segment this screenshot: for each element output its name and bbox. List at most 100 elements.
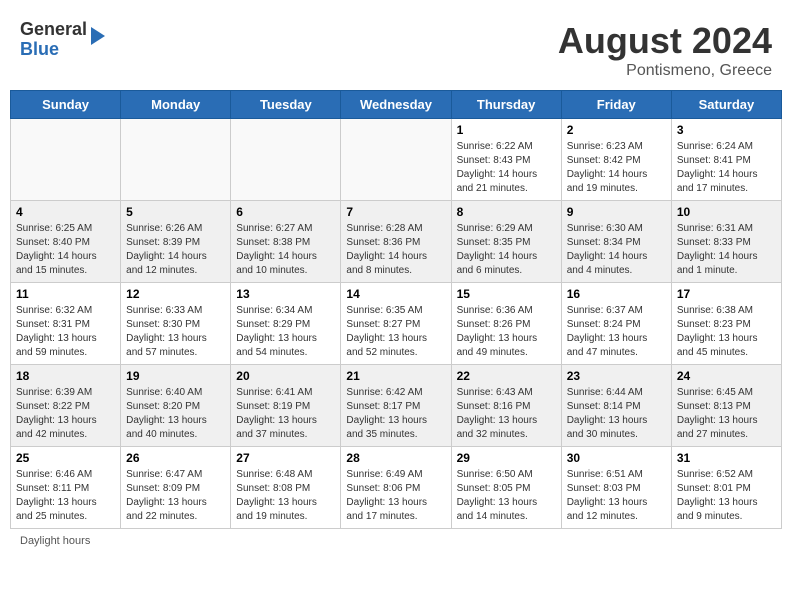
day-info: Sunrise: 6:44 AM Sunset: 8:14 PM Dayligh…: [567, 386, 666, 442]
calendar-day-cell: 27 Sunrise: 6:48 AM Sunset: 8:08 PM Dayli…: [231, 447, 341, 529]
calendar-table: SundayMondayTuesdayWednesdayThursdayFrid…: [10, 90, 782, 529]
calendar-day-cell: [11, 119, 121, 201]
day-number: 5: [126, 205, 225, 219]
day-number: 24: [677, 369, 776, 383]
day-number: 22: [457, 369, 556, 383]
logo-arrow-icon: [91, 27, 105, 45]
calendar-day-cell: 28 Sunrise: 6:49 AM Sunset: 8:06 PM Dayli…: [341, 447, 451, 529]
day-number: 29: [457, 451, 556, 465]
calendar-day-cell: [231, 119, 341, 201]
day-info: Sunrise: 6:23 AM Sunset: 8:42 PM Dayligh…: [567, 140, 666, 196]
day-info: Sunrise: 6:30 AM Sunset: 8:34 PM Dayligh…: [567, 222, 666, 278]
calendar-day-cell: 15Sunrise: 6:36 AM Sunset: 8:26 PM Dayli…: [451, 283, 561, 365]
calendar-day-cell: 9 Sunrise: 6:30 AM Sunset: 8:34 PM Daylig…: [561, 201, 671, 283]
day-number: 2: [567, 123, 666, 137]
day-number: 13: [236, 287, 335, 301]
day-info: Sunrise: 6:43 AM Sunset: 8:16 PM Dayligh…: [457, 386, 556, 442]
day-number: 3: [677, 123, 776, 137]
day-info: Sunrise: 6:39 AM Sunset: 8:22 PM Dayligh…: [16, 386, 115, 442]
calendar-day-cell: 16Sunrise: 6:37 AM Sunset: 8:24 PM Dayli…: [561, 283, 671, 365]
calendar-week-row: 25 Sunrise: 6:46 AM Sunset: 8:11 PM Dayli…: [11, 447, 782, 529]
day-info: Sunrise: 6:24 AM Sunset: 8:41 PM Dayligh…: [677, 140, 776, 196]
day-info: Sunrise: 6:33 AM Sunset: 8:30 PM Dayligh…: [126, 304, 225, 360]
calendar-day-cell: 20Sunrise: 6:41 AM Sunset: 8:19 PM Dayli…: [231, 365, 341, 447]
day-number: 17: [677, 287, 776, 301]
day-number: 18: [16, 369, 115, 383]
calendar-day-cell: 6 Sunrise: 6:27 AM Sunset: 8:38 PM Daylig…: [231, 201, 341, 283]
page-header: General Blue August 2024 Pontismeno, Gre…: [10, 10, 782, 85]
logo: General Blue: [20, 20, 105, 60]
logo-blue: Blue: [20, 40, 87, 60]
day-number: 28: [346, 451, 445, 465]
day-info: Sunrise: 6:37 AM Sunset: 8:24 PM Dayligh…: [567, 304, 666, 360]
day-number: 25: [16, 451, 115, 465]
day-info: Sunrise: 6:29 AM Sunset: 8:35 PM Dayligh…: [457, 222, 556, 278]
calendar-day-cell: 8Sunrise: 6:29 AM Sunset: 8:35 PM Daylig…: [451, 201, 561, 283]
calendar-day-cell: 25 Sunrise: 6:46 AM Sunset: 8:11 PM Dayli…: [11, 447, 121, 529]
calendar-day-cell: 31Sunrise: 6:52 AM Sunset: 8:01 PM Dayli…: [671, 447, 781, 529]
calendar-day-cell: 1Sunrise: 6:22 AM Sunset: 8:43 PM Daylig…: [451, 119, 561, 201]
day-info: Sunrise: 6:48 AM Sunset: 8:08 PM Dayligh…: [236, 468, 335, 524]
day-info: Sunrise: 6:46 AM Sunset: 8:11 PM Dayligh…: [16, 468, 115, 524]
calendar-day-cell: 21 Sunrise: 6:42 AM Sunset: 8:17 PM Dayli…: [341, 365, 451, 447]
day-info: Sunrise: 6:52 AM Sunset: 8:01 PM Dayligh…: [677, 468, 776, 524]
day-info: Sunrise: 6:51 AM Sunset: 8:03 PM Dayligh…: [567, 468, 666, 524]
day-info: Sunrise: 6:32 AM Sunset: 8:31 PM Dayligh…: [16, 304, 115, 360]
day-info: Sunrise: 6:45 AM Sunset: 8:13 PM Dayligh…: [677, 386, 776, 442]
calendar-day-cell: 17 Sunrise: 6:38 AM Sunset: 8:23 PM Dayli…: [671, 283, 781, 365]
day-number: 27: [236, 451, 335, 465]
day-info: Sunrise: 6:31 AM Sunset: 8:33 PM Dayligh…: [677, 222, 776, 278]
calendar-day-cell: 30 Sunrise: 6:51 AM Sunset: 8:03 PM Dayli…: [561, 447, 671, 529]
day-info: Sunrise: 6:49 AM Sunset: 8:06 PM Dayligh…: [346, 468, 445, 524]
day-number: 12: [126, 287, 225, 301]
calendar-day-cell: [121, 119, 231, 201]
calendar-day-cell: 26 Sunrise: 6:47 AM Sunset: 8:09 PM Dayli…: [121, 447, 231, 529]
calendar-day-cell: 4Sunrise: 6:25 AM Sunset: 8:40 PM Daylig…: [11, 201, 121, 283]
calendar-week-row: 1Sunrise: 6:22 AM Sunset: 8:43 PM Daylig…: [11, 119, 782, 201]
weekday-header: Friday: [561, 91, 671, 119]
weekday-header-row: SundayMondayTuesdayWednesdayThursdayFrid…: [11, 91, 782, 119]
day-info: Sunrise: 6:47 AM Sunset: 8:09 PM Dayligh…: [126, 468, 225, 524]
calendar-day-cell: 19 Sunrise: 6:40 AM Sunset: 8:20 PM Dayli…: [121, 365, 231, 447]
day-info: Sunrise: 6:26 AM Sunset: 8:39 PM Dayligh…: [126, 222, 225, 278]
weekday-header: Tuesday: [231, 91, 341, 119]
calendar-day-cell: 12 Sunrise: 6:33 AM Sunset: 8:30 PM Dayli…: [121, 283, 231, 365]
day-number: 15: [457, 287, 556, 301]
calendar-day-cell: 23 Sunrise: 6:44 AM Sunset: 8:14 PM Dayli…: [561, 365, 671, 447]
weekday-header: Thursday: [451, 91, 561, 119]
calendar-day-cell: [341, 119, 451, 201]
day-number: 11: [16, 287, 115, 301]
day-number: 14: [346, 287, 445, 301]
logo-text: General Blue: [20, 20, 87, 60]
footer: Daylight hours: [10, 535, 782, 547]
weekday-header: Wednesday: [341, 91, 451, 119]
day-number: 21: [346, 369, 445, 383]
calendar-day-cell: 13Sunrise: 6:34 AM Sunset: 8:29 PM Dayli…: [231, 283, 341, 365]
day-info: Sunrise: 6:41 AM Sunset: 8:19 PM Dayligh…: [236, 386, 335, 442]
calendar-day-cell: 11 Sunrise: 6:32 AM Sunset: 8:31 PM Dayli…: [11, 283, 121, 365]
calendar-week-row: 11 Sunrise: 6:32 AM Sunset: 8:31 PM Dayli…: [11, 283, 782, 365]
day-info: Sunrise: 6:38 AM Sunset: 8:23 PM Dayligh…: [677, 304, 776, 360]
day-number: 6: [236, 205, 335, 219]
month-year-title: August 2024: [558, 20, 772, 62]
calendar-day-cell: 10Sunrise: 6:31 AM Sunset: 8:33 PM Dayli…: [671, 201, 781, 283]
day-number: 23: [567, 369, 666, 383]
day-info: Sunrise: 6:27 AM Sunset: 8:38 PM Dayligh…: [236, 222, 335, 278]
day-info: Sunrise: 6:25 AM Sunset: 8:40 PM Dayligh…: [16, 222, 115, 278]
day-info: Sunrise: 6:42 AM Sunset: 8:17 PM Dayligh…: [346, 386, 445, 442]
calendar-day-cell: 22 Sunrise: 6:43 AM Sunset: 8:16 PM Dayli…: [451, 365, 561, 447]
calendar-week-row: 4Sunrise: 6:25 AM Sunset: 8:40 PM Daylig…: [11, 201, 782, 283]
calendar-day-cell: 14 Sunrise: 6:35 AM Sunset: 8:27 PM Dayli…: [341, 283, 451, 365]
day-info: Sunrise: 6:40 AM Sunset: 8:20 PM Dayligh…: [126, 386, 225, 442]
calendar-day-cell: 18 Sunrise: 6:39 AM Sunset: 8:22 PM Dayli…: [11, 365, 121, 447]
calendar-day-cell: 2 Sunrise: 6:23 AM Sunset: 8:42 PM Daylig…: [561, 119, 671, 201]
day-info: Sunrise: 6:22 AM Sunset: 8:43 PM Dayligh…: [457, 140, 556, 196]
day-number: 19: [126, 369, 225, 383]
day-number: 26: [126, 451, 225, 465]
day-number: 9: [567, 205, 666, 219]
day-number: 30: [567, 451, 666, 465]
day-info: Sunrise: 6:35 AM Sunset: 8:27 PM Dayligh…: [346, 304, 445, 360]
calendar-day-cell: 24 Sunrise: 6:45 AM Sunset: 8:13 PM Dayli…: [671, 365, 781, 447]
daylight-label: Daylight hours: [20, 535, 90, 547]
title-block: August 2024 Pontismeno, Greece: [558, 20, 772, 80]
